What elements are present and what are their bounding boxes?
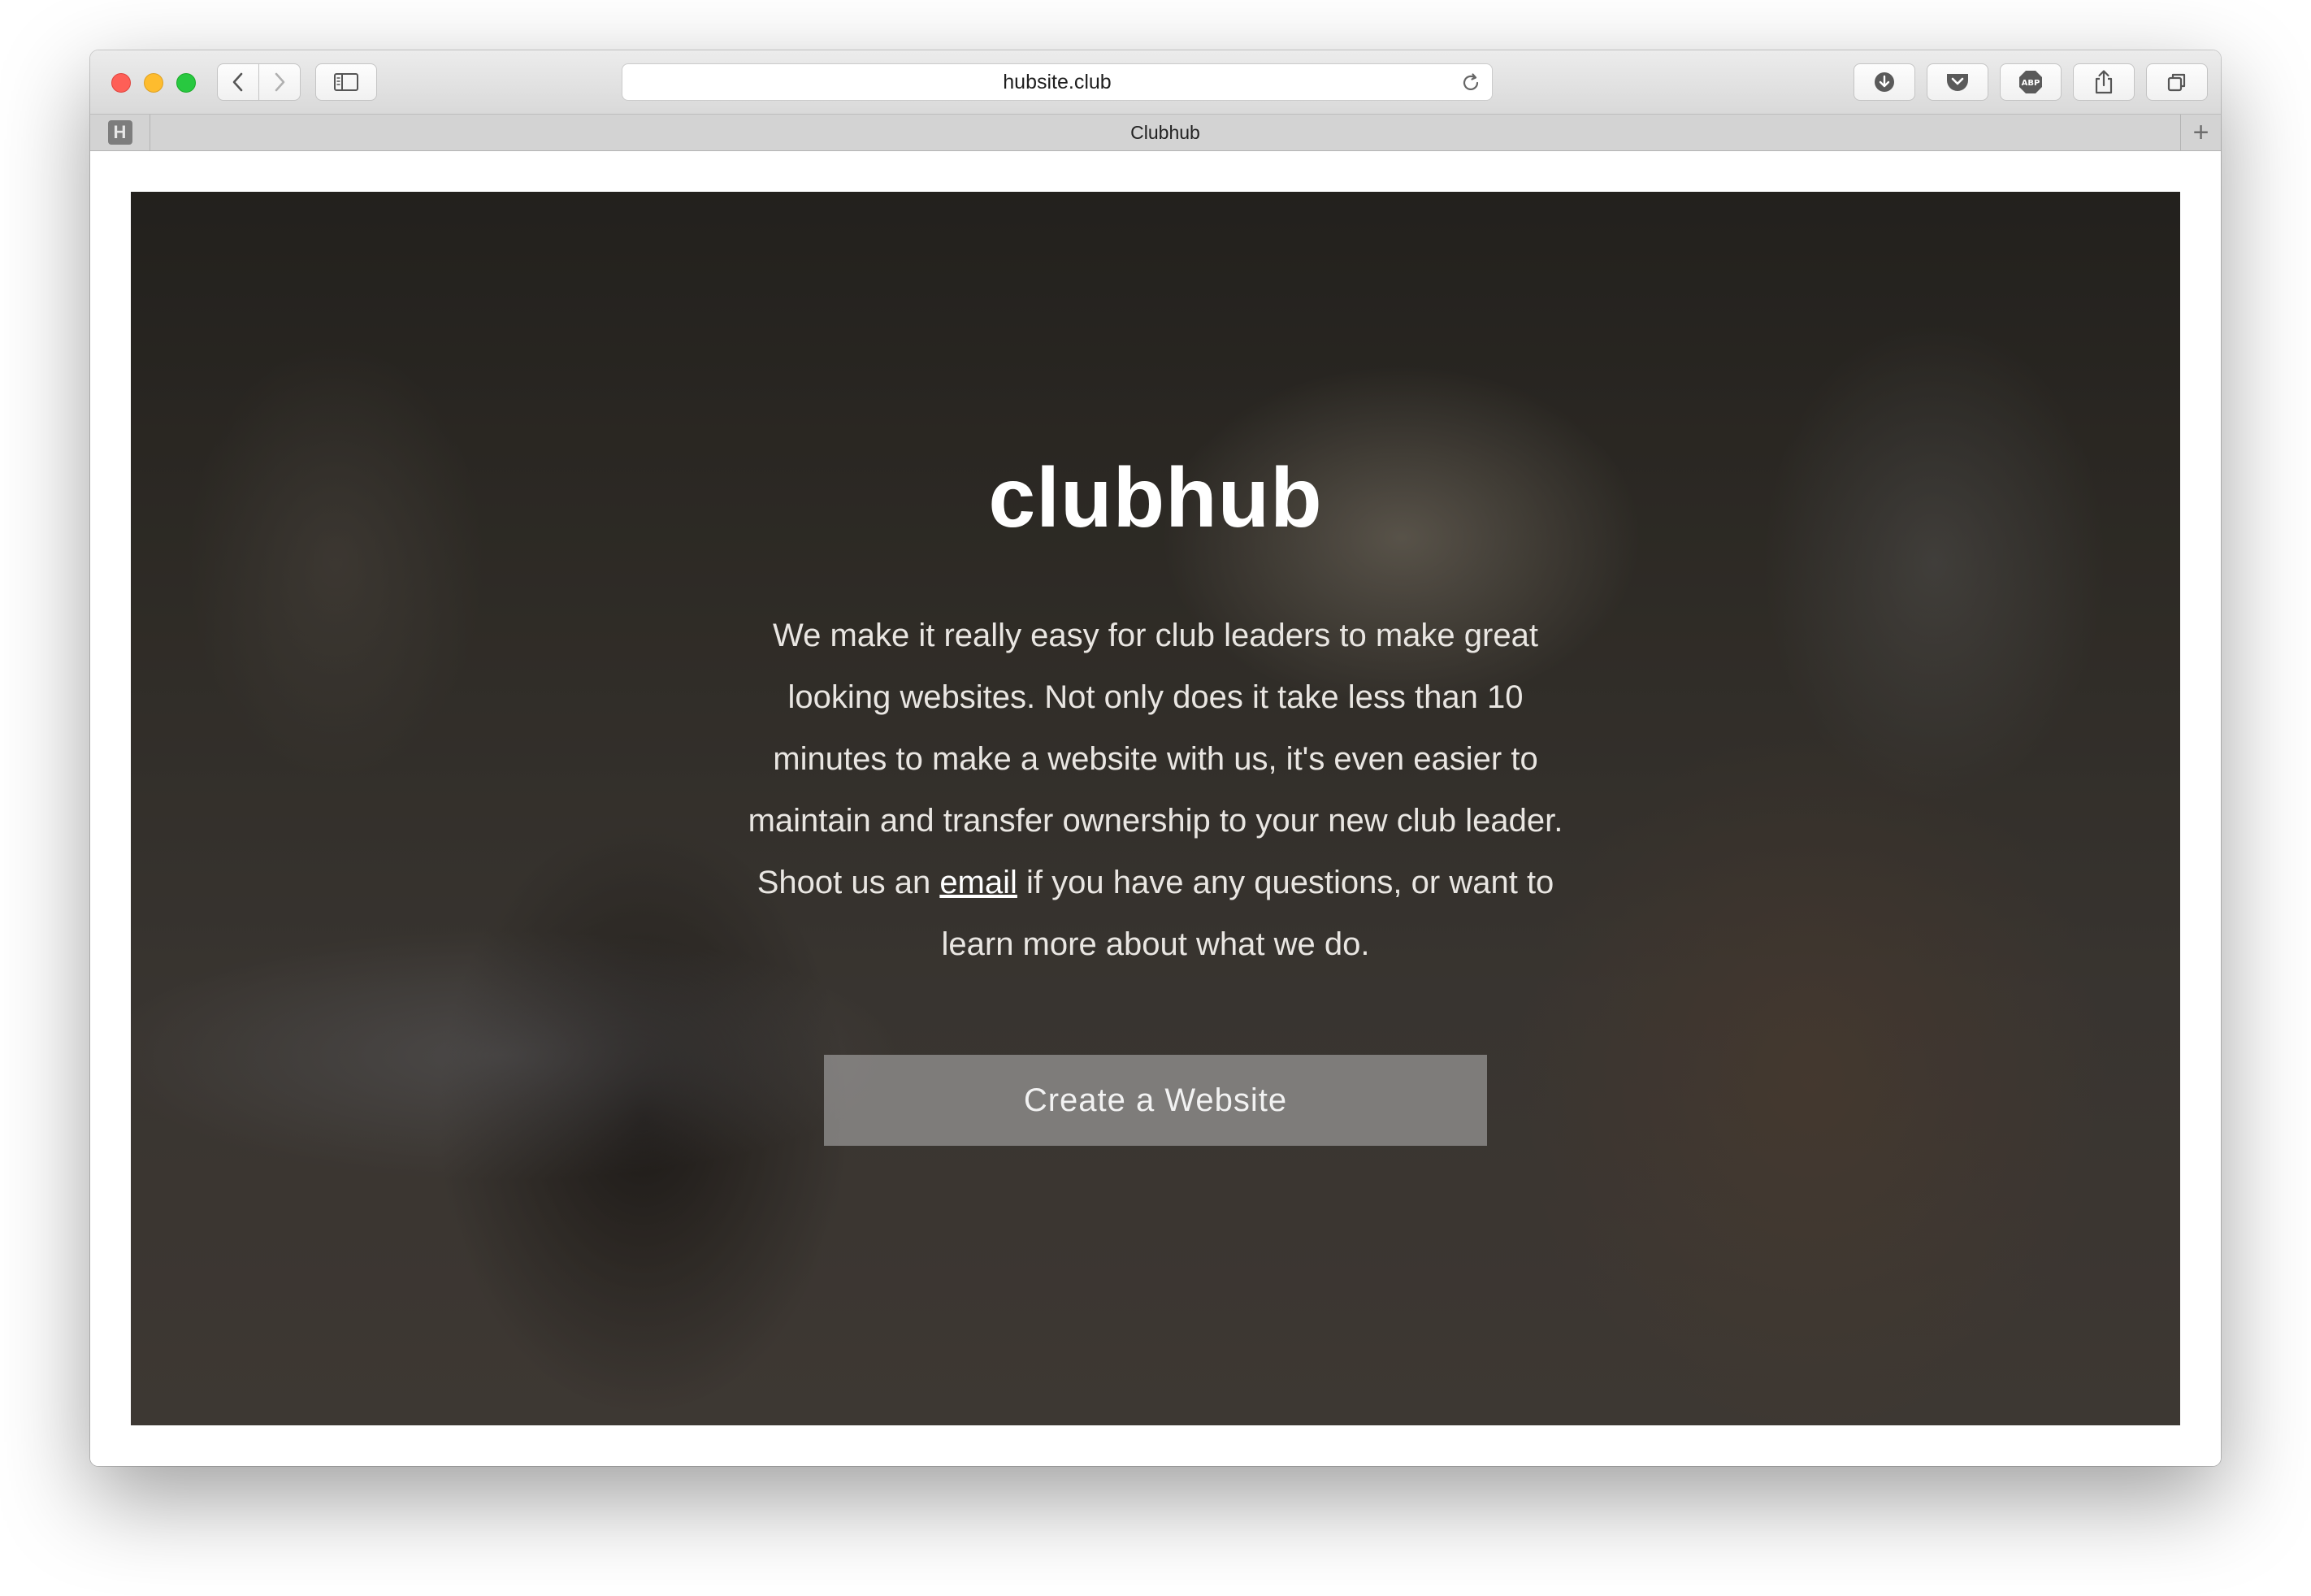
sidebar-toggle-button[interactable] [315, 63, 377, 101]
hero-title: clubhub [988, 451, 1323, 545]
download-icon [1875, 72, 1894, 92]
address-bar[interactable]: hubsite.club [622, 63, 1493, 101]
back-button[interactable] [217, 63, 259, 101]
adblock-icon: ABP [2019, 71, 2042, 93]
chevron-right-icon [275, 72, 285, 92]
create-website-button[interactable]: Create a Website [824, 1055, 1487, 1146]
tab-active[interactable]: Clubhub [150, 115, 2180, 150]
show-all-tabs-button[interactable] [2146, 63, 2208, 101]
email-link[interactable]: email [939, 865, 1017, 900]
share-icon [2095, 70, 2113, 94]
pinned-tab-favicon: H [107, 120, 132, 145]
hero-description-text-end: if you have any questions, or want to le… [941, 865, 1554, 962]
page-content: clubhub We make it really easy for club … [90, 151, 2221, 1466]
hero-section: clubhub We make it really easy for club … [131, 192, 2180, 1425]
adblock-button[interactable]: ABP [2000, 63, 2062, 101]
share-button[interactable] [2073, 63, 2135, 101]
reload-icon[interactable] [1459, 72, 1482, 94]
downloads-button[interactable] [1854, 63, 1915, 101]
minimize-window-button[interactable] [144, 73, 163, 93]
hero-content: clubhub We make it really easy for club … [131, 192, 2180, 1425]
new-tab-button[interactable]: + [2180, 115, 2221, 150]
sidebar-icon [334, 73, 358, 91]
pinned-tab[interactable]: H [90, 115, 150, 150]
url-text: hubsite.club [1003, 70, 1112, 93]
adblock-label: ABP [2022, 79, 2040, 88]
hero-description-text: We make it really easy for club leaders … [748, 618, 1563, 900]
browser-window: hubsite.club ABP H Clubhub + clubhub We … [90, 50, 2221, 1466]
chevron-left-icon [232, 72, 243, 92]
pocket-button[interactable] [1927, 63, 1988, 101]
close-window-button[interactable] [111, 73, 131, 93]
browser-toolbar: hubsite.club ABP [90, 50, 2221, 114]
hero-description: We make it really easy for club leaders … [740, 605, 1571, 975]
pocket-icon [1947, 74, 1968, 91]
forward-button[interactable] [258, 63, 301, 101]
zoom-window-button[interactable] [176, 73, 196, 93]
tabs-overview-icon [2167, 73, 2186, 92]
tab-bar: H Clubhub + [90, 114, 2221, 151]
